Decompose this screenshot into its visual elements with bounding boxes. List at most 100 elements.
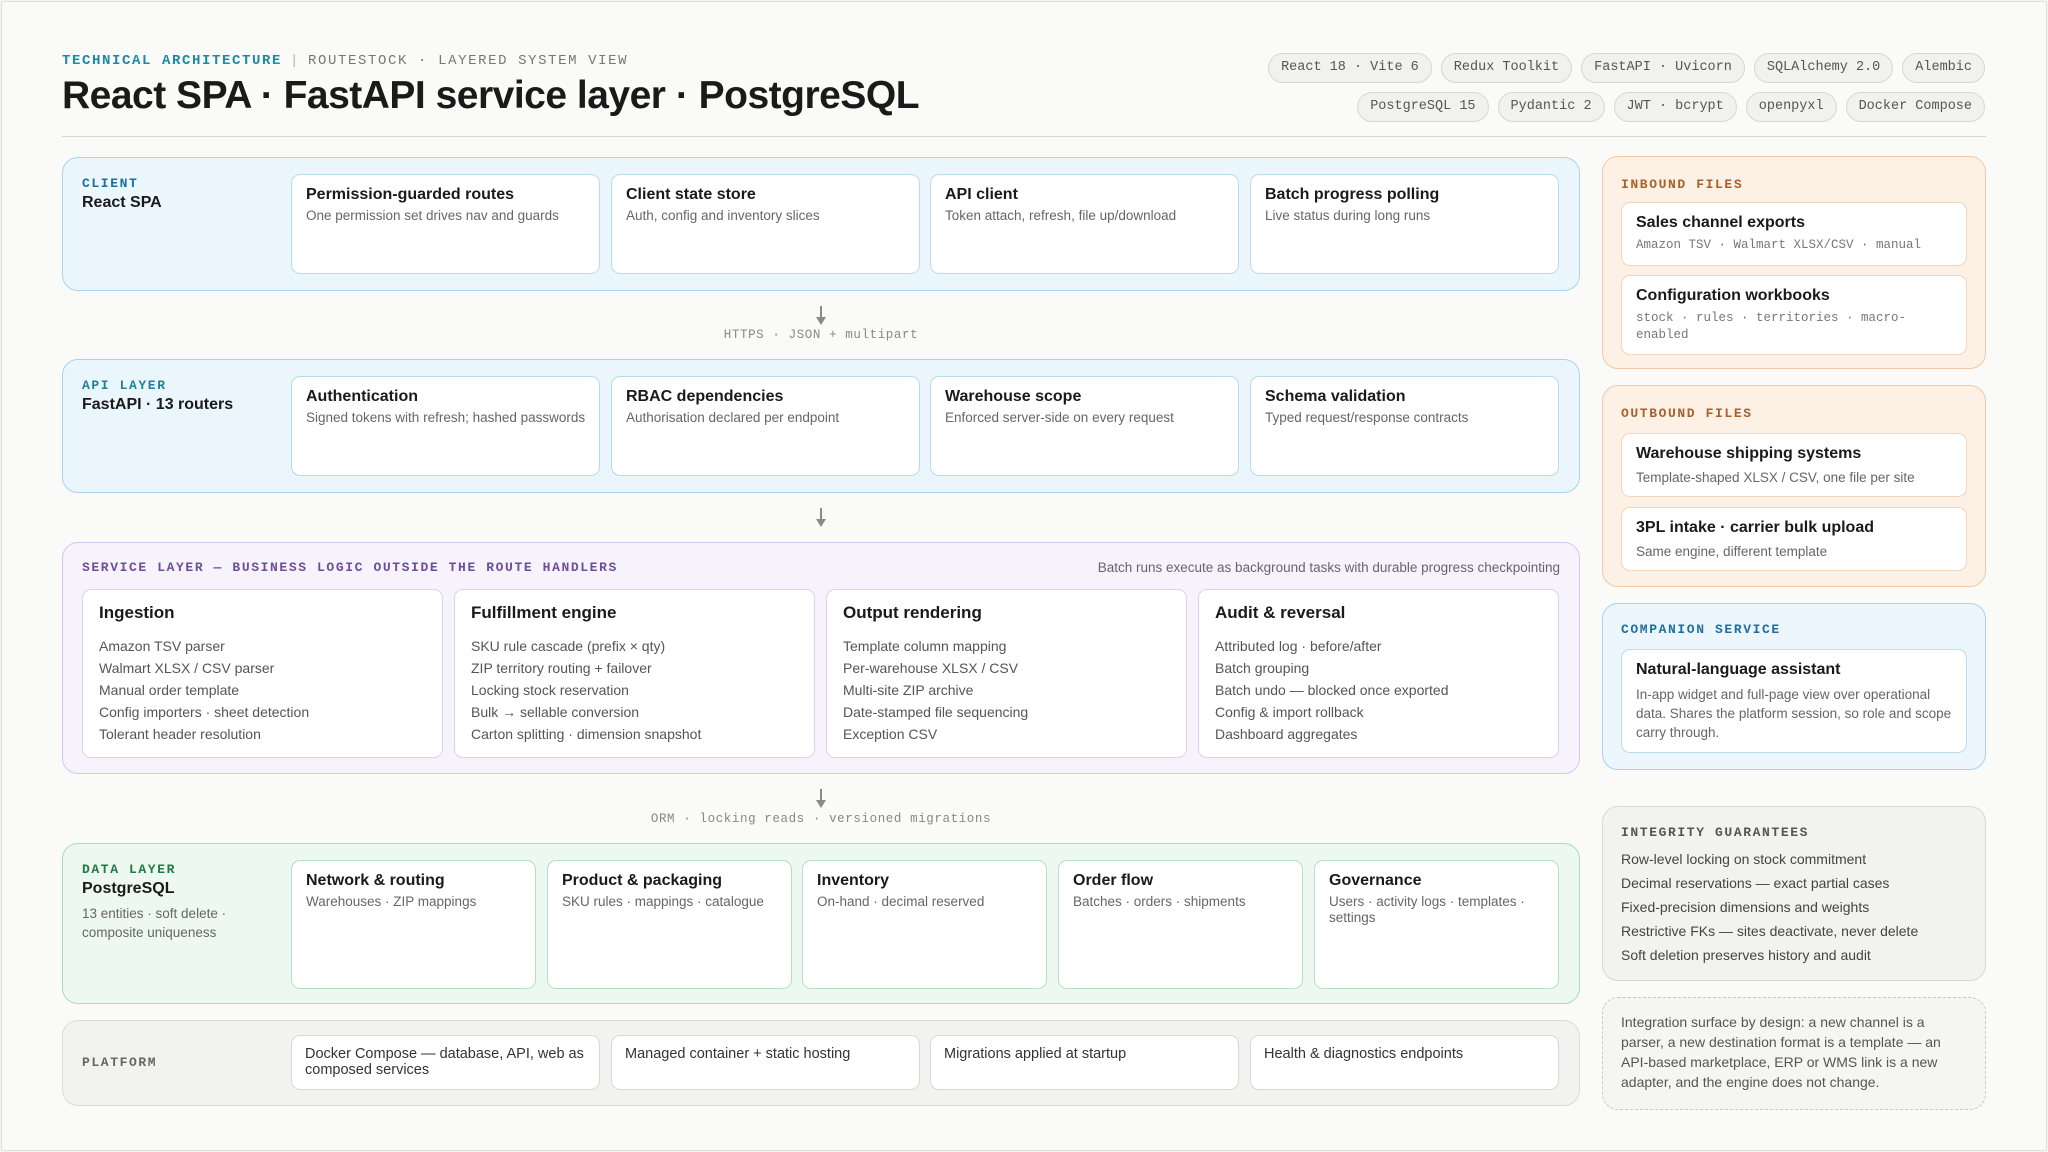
eyebrow-separator: | [290,53,301,69]
card-items: SKU rule cascade (prefix × qty) ZIP terr… [471,635,804,745]
card-desc: stock · rules · territories · macro-enab… [1636,311,1907,342]
service-data-protocol: ORM · locking reads · versioned migratio… [650,812,992,826]
data-card: Governance Users · activity logs · templ… [1314,860,1559,989]
companion-service-panel: COMPANION SERVICE Natural-language assis… [1602,603,1986,770]
card-title: 3PL intake · carrier bulk upload [1636,519,1874,536]
api-name: FastAPI · 13 routers [82,396,234,413]
flow-arrow-head [816,317,826,325]
list-item: Date-stamped file sequencing [843,704,1029,720]
card-title: Permission-guarded routes [306,186,515,203]
data-card: Order flow Batches · orders · shipments [1058,860,1303,989]
card-title: Governance [1329,872,1422,889]
client-card: Client state store Auth, config and inve… [611,174,920,274]
flow-arrow-head [816,519,826,527]
service-layer: SERVICE LAYER — BUSINESS LOGIC OUTSIDE T… [62,542,1580,774]
client-card: API client Token attach, refresh, file u… [930,174,1239,274]
service-card: Fulfillment engine SKU rule cascade (pre… [454,589,815,758]
card-title: Configuration workbooks [1636,287,1830,304]
api-card: Schema validation Typed request/response… [1250,376,1559,476]
client-card: Batch progress polling Live status durin… [1250,174,1559,274]
tech-chip: Alembic [1902,53,1985,83]
platform-card: Migrations applied at startup [930,1035,1239,1090]
card-title: Inventory [817,872,890,889]
card-desc: Warehouses · ZIP mappings [306,894,477,909]
outbound-card: Warehouse shipping systems Template-shap… [1621,433,1967,497]
inbound-card: Configuration workbooks stock · rules · … [1621,275,1967,355]
card-title: Audit & reversal [1215,603,1346,622]
companion-card: Natural-language assistant In-app widget… [1621,649,1967,753]
tech-chip: Pydantic 2 [1497,92,1605,122]
client-layer: CLIENT React SPA Permission-guarded rout… [62,157,1580,291]
eyebrow-secondary: ROUTESTOCK · LAYERED SYSTEM VIEW [308,53,629,69]
inbound-kicker: INBOUND FILES [1621,177,1744,192]
list-item: Attributed log · before/after [1215,638,1382,654]
list-item: Multi-site ZIP archive [843,682,974,698]
tech-stack-chips: React 18 · Vite 6 Redux Toolkit FastAPI … [1225,53,1985,122]
api-card: Authentication Signed tokens with refres… [291,376,600,476]
tech-chip: JWT · bcrypt [1613,92,1737,122]
card-desc: SKU rules · mappings · catalogue [562,894,764,909]
list-item: Manual order template [99,682,240,698]
card-desc: Enforced server-side on every request [945,410,1174,425]
service-kicker: SERVICE LAYER — BUSINESS LOGIC OUTSIDE T… [82,560,618,575]
card-items: Template column mapping Per-warehouse XL… [843,635,1176,745]
card-title: Output rendering [843,603,982,622]
card-title: Warehouse scope [945,388,1082,405]
service-note: Batch runs execute as background tasks w… [1097,560,1560,575]
card-items: Attributed log · before/after Batch grou… [1215,635,1548,745]
card-title: Schema validation [1265,388,1406,405]
card-desc: Batches · orders · shipments [1073,894,1246,909]
api-layer: API LAYER FastAPI · 13 routers Authentic… [62,359,1580,493]
data-card: Product & packaging SKU rules · mappings… [547,860,792,989]
api-card: RBAC dependencies Authorisation declared… [611,376,920,476]
list-item: Template column mapping [843,638,1007,654]
page-title: React SPA · FastAPI service layer · Post… [62,74,920,117]
tech-chip: SQLAlchemy 2.0 [1753,53,1894,83]
client-kicker: CLIENT [82,176,139,191]
integrity-list: Row-level locking on stock commitment De… [1621,847,1918,967]
data-layer: DATA LAYER PostgreSQL 13 entities · soft… [62,843,1580,1004]
platform-layer: PLATFORM Docker Compose — database, API,… [62,1020,1580,1106]
card-title: Batch progress polling [1265,186,1440,203]
card-title: Authentication [306,388,418,405]
card-desc: Typed request/response contracts [1265,410,1469,425]
list-item: Batch undo — blocked once exported [1215,682,1449,698]
eyebrow: TECHNICAL ARCHITECTURE | ROUTESTOCK · LAYE… [62,53,628,69]
card-desc: Managed container + static hosting [625,1046,851,1062]
data-name: PostgreSQL [82,880,175,897]
card-desc: Token attach, refresh, file up/download [945,208,1177,223]
card-title: Order flow [1073,872,1154,889]
card-desc: Migrations applied at startup [944,1046,1127,1062]
client-card: Permission-guarded routes One permission… [291,174,600,274]
card-desc: Health & diagnostics endpoints [1264,1046,1464,1062]
inbound-files-panel: INBOUND FILES Sales channel exports Amaz… [1602,156,1986,369]
eyebrow-primary: TECHNICAL ARCHITECTURE [62,53,283,69]
note-text: Integration surface by design: a new cha… [1621,1014,1941,1090]
card-title: Warehouse shipping systems [1636,445,1862,462]
list-item: Locking stock reservation [471,682,629,698]
data-card: Network & routing Warehouses · ZIP mappi… [291,860,536,989]
list-item: Config & import rollback [1215,704,1364,720]
card-title: Natural-language assistant [1636,661,1841,678]
tech-chip: FastAPI · Uvicorn [1581,53,1745,83]
list-item: Fixed-precision dimensions and weights [1621,899,1870,915]
list-item: Dashboard aggregates [1215,726,1358,742]
card-desc: Live status during long runs [1265,208,1431,223]
card-items: Amazon TSV parser Walmart XLSX / CSV par… [99,635,432,745]
api-kicker: API LAYER [82,378,167,393]
list-item: Walmart XLSX / CSV parser [99,660,275,676]
tech-chip: openpyxl [1745,92,1837,122]
inbound-card: Sales channel exports Amazon TSV · Walma… [1621,202,1967,266]
tech-chip: PostgreSQL 15 [1357,92,1489,122]
card-title: Product & packaging [562,872,723,889]
list-item: Config importers · sheet detection [99,704,310,720]
platform-card: Docker Compose — database, API, web as c… [291,1035,600,1090]
integration-note: Integration surface by design: a new cha… [1602,997,1986,1110]
integrity-kicker: INTEGRITY GUARANTEES [1621,825,1810,840]
card-desc: Amazon TSV · Walmart XLSX/CSV · manual [1636,238,1922,252]
list-item: Row-level locking on stock commitment [1621,851,1867,867]
card-desc: On-hand · decimal reserved [817,894,985,909]
card-title: Fulfillment engine [471,603,617,622]
service-card: Ingestion Amazon TSV parser Walmart XLSX… [82,589,443,758]
service-card: Output rendering Template column mapping… [826,589,1187,758]
